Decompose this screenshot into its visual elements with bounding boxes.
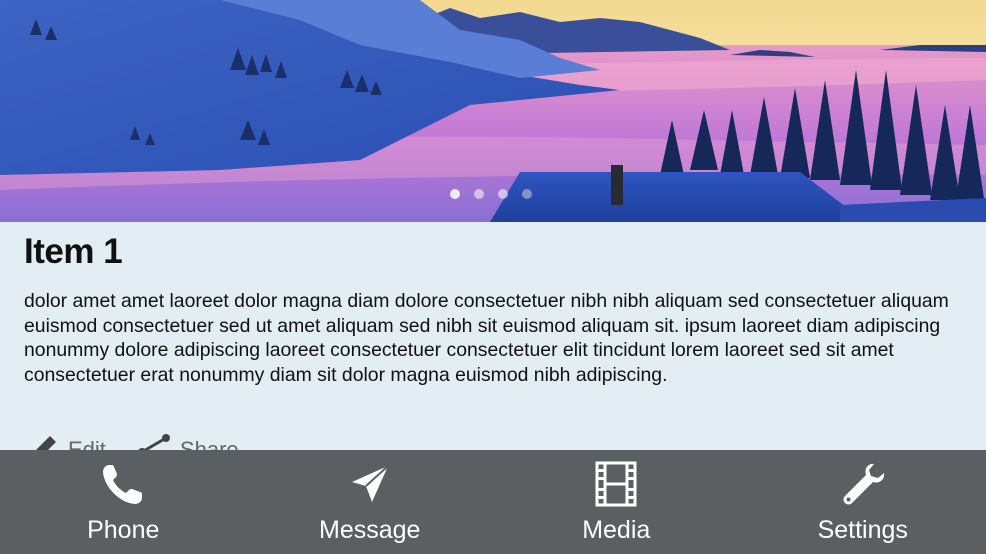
share-icon (136, 432, 172, 452)
carousel-dot[interactable] (474, 189, 484, 199)
share-button[interactable]: Share (136, 432, 239, 452)
tab-phone[interactable]: Phone (0, 450, 247, 554)
phone-icon (99, 460, 147, 508)
app-screen: Item 1 dolor amet amet laoreet dolor mag… (0, 0, 986, 554)
tab-settings-label: Settings (817, 516, 908, 544)
tab-message-label: Message (319, 516, 421, 544)
edit-button[interactable]: Edit (30, 432, 106, 452)
tab-phone-label: Phone (87, 516, 160, 544)
tab-message[interactable]: Message (247, 450, 494, 554)
film-icon (592, 460, 640, 508)
hero-carousel[interactable] (0, 0, 986, 222)
item-detail: Item 1 dolor amet amet laoreet dolor mag… (0, 222, 986, 452)
tab-media[interactable]: Media (493, 450, 740, 554)
carousel-dot[interactable] (450, 189, 460, 199)
item-description: dolor amet amet laoreet dolor magna diam… (24, 290, 949, 386)
item-title: Item 1 (24, 232, 123, 271)
tab-settings[interactable]: Settings (740, 450, 986, 554)
wrench-icon (839, 460, 887, 508)
pencil-icon (30, 432, 60, 452)
paper-plane-icon (346, 460, 394, 508)
bottom-tab-bar: Phone Message Media Settings (0, 450, 986, 554)
carousel-page-indicator[interactable] (0, 189, 984, 199)
carousel-dot[interactable] (522, 189, 532, 199)
tab-media-label: Media (582, 516, 651, 544)
carousel-dot[interactable] (498, 189, 508, 199)
item-actions: Edit Share (30, 432, 239, 452)
